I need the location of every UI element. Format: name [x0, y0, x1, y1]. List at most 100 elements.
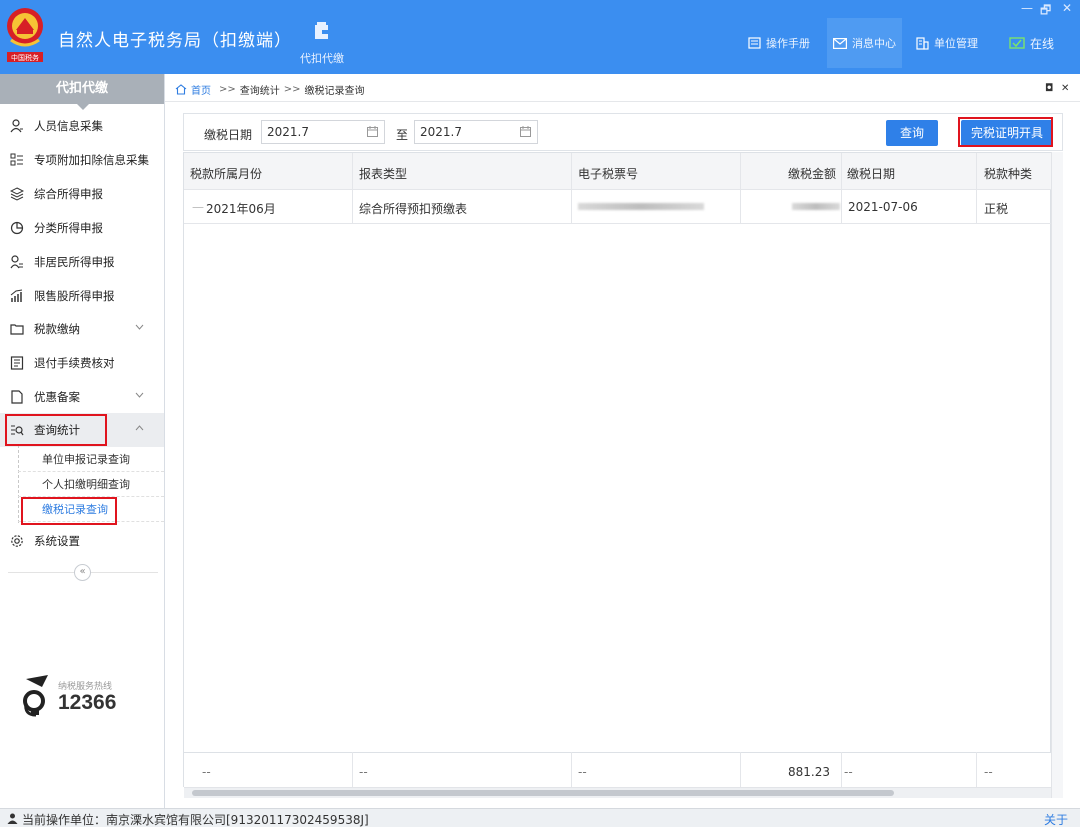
close-button[interactable]: ✕	[1062, 1, 1072, 15]
total-tax-type: --	[984, 765, 993, 779]
module-tab-label: 代扣代缴	[300, 52, 344, 65]
layers-icon	[10, 187, 24, 201]
breadcrumb-separator: >>	[283, 84, 301, 95]
sidebar-title: 代扣代缴	[0, 74, 164, 110]
highlight-box-tax-record-query	[21, 497, 117, 525]
breadcrumb-home-link[interactable]: 首页	[191, 82, 211, 97]
manual-icon	[748, 37, 761, 49]
total-ticket-number: --	[578, 765, 587, 779]
user-icon	[7, 813, 18, 824]
col-divider	[841, 153, 842, 224]
sidebar-item-label: 人员信息采集	[34, 119, 103, 133]
sidebar-item-special-deduction[interactable]: 专项附加扣除信息采集	[0, 143, 164, 177]
col-divider	[841, 752, 842, 787]
col-divider	[976, 752, 977, 787]
sidebar-item-system-settings[interactable]: 系统设置	[0, 524, 164, 558]
nav-org-management[interactable]: 单位管理	[910, 18, 984, 68]
sidebar-item-refund-fee-check[interactable]: 退付手续费核对	[0, 346, 164, 380]
cell-tax-month: 2021年06月	[206, 202, 276, 216]
date-to-value: 2021.7	[420, 125, 462, 139]
table-totals-row	[184, 752, 1051, 788]
sidebar-item-label: 专项附加扣除信息采集	[34, 153, 149, 167]
column-header-ticket-number[interactable]: 电子税票号	[578, 165, 638, 182]
highlight-box-query-statistics	[5, 414, 107, 446]
collapse-sidebar-button[interactable]: «	[74, 564, 91, 581]
sidebar-item-tax-payment[interactable]: 税款缴纳	[0, 312, 164, 346]
list-icon	[10, 153, 23, 166]
minimize-button[interactable]: —	[1021, 1, 1033, 15]
horizontal-scrollbar[interactable]	[184, 787, 1051, 798]
sub-item-personal-withholding-query[interactable]: 个人扣缴明细查询	[18, 472, 164, 497]
date-to-input[interactable]: 2021.7	[414, 120, 538, 144]
tab-close-button[interactable]: ✕	[1061, 83, 1069, 94]
total-payment-date: --	[844, 765, 853, 779]
nav-manual-label: 操作手册	[766, 37, 810, 50]
col-divider	[740, 153, 741, 224]
breadcrumb-current: 缴税记录查询	[304, 86, 365, 97]
tax-record-table	[183, 152, 1051, 787]
sidebar-item-label: 优惠备案	[34, 390, 80, 404]
sidebar-item-nonresident-income[interactable]: 非居民所得申报	[0, 245, 164, 279]
total-tax-month: --	[202, 765, 211, 779]
home-icon[interactable]	[175, 84, 187, 95]
headset-phone-icon	[23, 675, 48, 717]
sub-item-org-declaration-query[interactable]: 单位申报记录查询	[18, 447, 164, 472]
folder-icon	[10, 324, 24, 335]
horizontal-scrollbar-thumb[interactable]	[192, 790, 894, 796]
gear-icon	[11, 535, 23, 547]
nav-messages-label: 消息中心	[852, 37, 896, 50]
sidebar-item-personnel-info[interactable]: 人员信息采集	[0, 109, 164, 143]
svg-text:中国税务: 中国税务	[11, 53, 39, 62]
sidebar-item-classified-income[interactable]: 分类所得申报	[0, 211, 164, 245]
nonresident-icon	[10, 255, 23, 269]
person-icon	[10, 119, 23, 133]
date-filter-label: 缴税日期	[204, 128, 253, 142]
col-divider	[571, 153, 572, 224]
calendar-icon[interactable]	[367, 126, 378, 137]
col-divider	[352, 153, 353, 224]
chevron-down-icon	[135, 324, 144, 330]
about-link[interactable]: 关于	[1044, 811, 1068, 827]
header-divider	[184, 189, 1051, 190]
total-report-type: --	[359, 765, 368, 779]
column-header-report-type[interactable]: 报表类型	[359, 165, 407, 182]
date-from-input[interactable]: 2021.7	[261, 120, 385, 144]
column-header-tax-month[interactable]: 税款所属月份	[190, 165, 262, 182]
app-header: 中国税务 自然人电子税务局（扣缴端） 代扣代缴 — 🗗 ✕ 操作手册 消息中心 …	[0, 0, 1080, 74]
module-tab-withholding[interactable]: 代扣代缴	[290, 0, 354, 74]
tab-restore-button[interactable]: ◘	[1045, 83, 1053, 94]
sidebar-item-preferential-filing[interactable]: 优惠备案	[0, 380, 164, 414]
vertical-scrollbar[interactable]	[1051, 152, 1063, 798]
nav-manual[interactable]: 操作手册	[742, 18, 816, 68]
cell-report-type: 综合所得预扣预缴表	[359, 202, 468, 216]
date-range-to-label: 至	[396, 128, 409, 142]
nav-online-status[interactable]: 在线	[1003, 18, 1060, 68]
breadcrumb-level2[interactable]: 查询统计	[240, 82, 280, 97]
sidebar-item-restricted-stock[interactable]: 限售股所得申报	[0, 279, 164, 313]
sidebar-item-label: 退付手续费核对	[34, 356, 115, 370]
pie-icon	[10, 221, 24, 235]
sidebar-item-label: 限售股所得申报	[34, 289, 115, 303]
cell-ticket-number-redacted	[578, 203, 704, 210]
column-header-amount[interactable]: 缴税金额	[788, 165, 836, 182]
sidebar-item-label: 分类所得申报	[34, 221, 103, 235]
chevron-down-icon	[135, 392, 144, 398]
highlight-box-certificate-button	[958, 117, 1053, 147]
nav-org-label: 单位管理	[934, 37, 978, 50]
calendar-icon[interactable]	[520, 126, 531, 137]
sidebar-item-comprehensive-income[interactable]: 综合所得申报	[0, 177, 164, 211]
column-header-payment-date[interactable]: 缴税日期	[847, 165, 895, 182]
col-divider	[571, 752, 572, 787]
column-header-tax-type[interactable]: 税款种类	[984, 165, 1032, 182]
current-org-text: 当前操作单位：南京溧水宾馆有限公司[91320117302459538J]	[22, 813, 369, 827]
sidebar-item-label: 非居民所得申报	[34, 255, 115, 269]
breadcrumb-separator: >>	[219, 84, 236, 95]
tax-emblem-logo: 中国税务	[7, 8, 43, 62]
service-hotline: 纳税服务热线 12366	[18, 673, 158, 723]
nav-messages[interactable]: 消息中心	[827, 18, 902, 68]
chevron-up-icon	[135, 425, 144, 431]
wallet-icon	[315, 22, 328, 39]
row-divider	[184, 223, 1051, 224]
app-title: 自然人电子税务局（扣缴端）	[58, 31, 292, 51]
query-button[interactable]: 查询	[886, 120, 938, 146]
